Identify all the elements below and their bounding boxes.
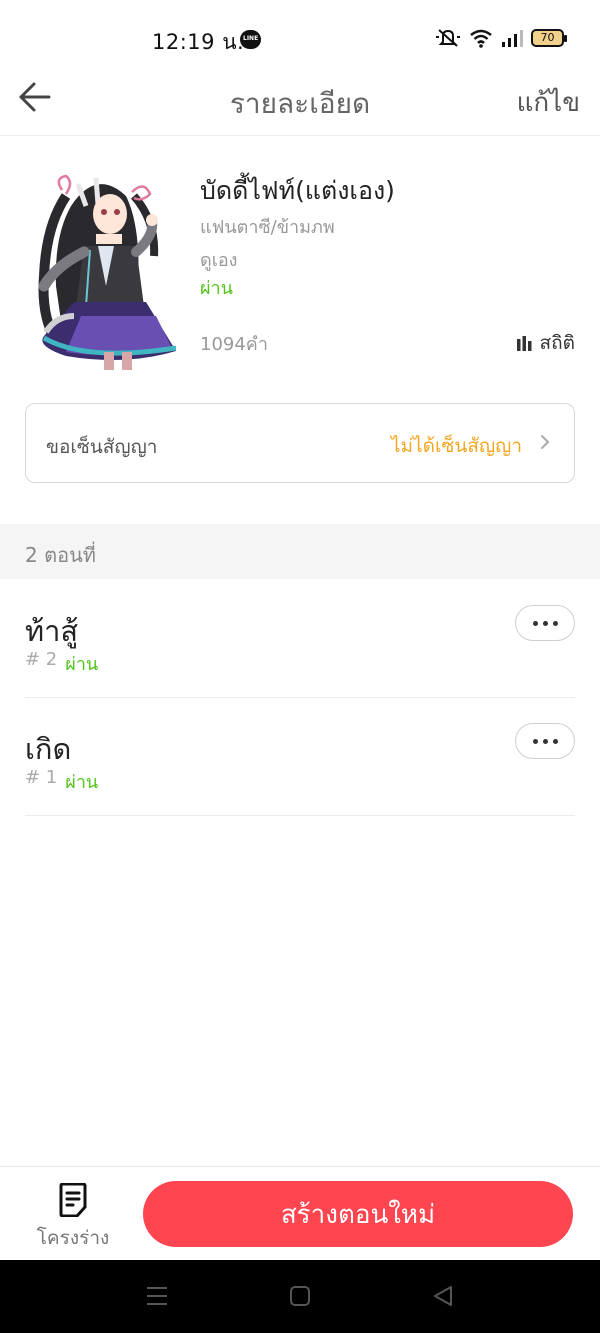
chapter-number: # 2 [25,649,58,670]
book-genre: แฟนตาซี/ข้ามภพ [200,217,335,238]
chapter-meta: # 1 ผ่าน [25,767,98,796]
line-icon-text: LINE [243,35,259,42]
book-author: ดูเอง [200,250,238,271]
chapter-section-header: 2 ตอนที่ [0,524,600,579]
stats-button[interactable]: สถิติ [516,328,575,358]
chapter-count: 2 ตอนที่ [25,543,96,567]
chapter-title: ท้าสู้ [25,614,79,648]
chapter-meta: # 2 ผ่าน [25,649,98,678]
chapter-number: # 1 [25,767,58,788]
contract-card[interactable]: ขอเซ็นสัญญา ไม่ได้เซ็นสัญญา [25,403,575,483]
page-title: รายละเอียด [229,87,371,120]
header: รายละเอียด แก้ไข [0,62,600,136]
book-title: บัดดี้ไฟท์(แต่งเอง) [200,176,395,205]
create-new-chapter-button[interactable]: สร้างตอนใหม่ [143,1181,573,1247]
book-cover [26,166,177,370]
back-nav-icon[interactable] [432,1284,454,1308]
signal-icon [502,30,523,47]
chapter-row[interactable]: เกิด # 1 ผ่าน [25,698,575,816]
home-nav-icon[interactable] [289,1284,311,1308]
chapter-row[interactable]: ท้าสู้ # 2 ผ่าน [25,580,575,698]
contract-status: ไม่ได้เซ็นสัญญา [391,435,522,457]
more-dots-icon [532,738,538,744]
status-indicators: 70 [435,28,567,48]
more-dots-icon [532,620,538,626]
chevron-right-icon [541,435,549,449]
line-app-icon: LINE [240,30,261,49]
status-bar: 12:19 น. LINE 70 [0,0,600,62]
chapter-status: ผ่าน [65,772,99,793]
edit-button[interactable]: แก้ไข [517,82,580,123]
status-time: 12:19 น. [152,30,245,54]
more-options-button[interactable] [515,723,575,759]
outline-button[interactable]: โครงร่าง [30,1183,116,1249]
outline-document-icon [59,1183,87,1217]
chapter-title: เกิด [25,732,72,766]
battery-indicator: 70 [531,29,567,47]
outline-label: โครงร่าง [36,1227,110,1249]
stats-label: สถิติ [539,332,575,354]
bar-chart-icon [516,336,532,351]
book-status: ผ่าน [200,278,233,299]
bottom-action-bar: โครงร่าง สร้างตอนใหม่ [0,1166,600,1260]
chapter-status: ผ่าน [65,654,99,675]
system-navigation-bar [0,1260,600,1333]
wifi-icon [470,29,492,48]
word-count: 1094คำ [200,334,268,355]
contract-label: ขอเซ็นสัญญา [46,436,158,458]
menu-nav-icon[interactable] [146,1284,168,1308]
mute-icon [436,29,460,47]
more-options-button[interactable] [515,605,575,641]
